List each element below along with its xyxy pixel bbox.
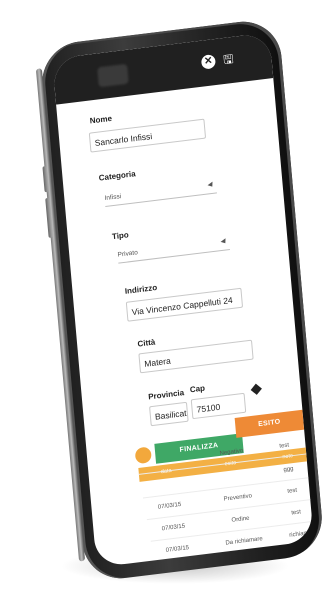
indirizzo-label: Indirizzo	[124, 283, 158, 296]
cell-outcome: Ordine	[231, 515, 250, 524]
tipo-value: Privato	[117, 249, 139, 259]
cell-date: 07/03/15	[165, 545, 190, 554]
cell-note: ggg	[283, 466, 294, 474]
navigate-icon[interactable]	[250, 383, 262, 395]
save-icon[interactable]: 🖫	[221, 52, 236, 68]
cell-note: test	[279, 442, 290, 450]
cell-outcome: Da richiamare	[225, 536, 264, 547]
phone-screen: ✕ 🖫 Nome Sancarlo Infissi Categoria Infi…	[52, 32, 314, 568]
camera-notch	[97, 63, 129, 88]
close-icon[interactable]: ✕	[200, 54, 217, 70]
chevron-down-icon	[220, 238, 228, 246]
provincia-field[interactable]: Basilicata	[149, 401, 189, 427]
categoria-label: Categoria	[98, 169, 136, 183]
cell-note: test	[291, 509, 302, 517]
side-button	[45, 197, 53, 239]
cell-outcome: Preventivo	[223, 493, 253, 503]
esito-button[interactable]: ESITO	[234, 409, 305, 438]
phone-frame: ✕ 🖫 Nome Sancarlo Infissi Categoria Infi…	[38, 17, 326, 583]
cell-date: 07/03/15	[161, 523, 186, 533]
stage: ✕ 🖫 Nome Sancarlo Infissi Categoria Infi…	[0, 0, 327, 599]
categoria-select[interactable]: Infissi	[103, 177, 217, 207]
cell-outcome: Negativo	[219, 448, 244, 457]
cell-note: test	[287, 487, 298, 495]
tipo-select[interactable]: Privato	[116, 234, 230, 264]
cell-date: 07/03/15	[157, 501, 182, 511]
cell-note: richiama	[289, 530, 313, 539]
nome-field[interactable]: Sancarlo Infissi	[88, 118, 207, 153]
cap-field[interactable]: 75100	[190, 392, 247, 420]
categoria-value: Infissi	[104, 193, 122, 203]
cap-label: Cap	[189, 383, 206, 395]
side-button	[42, 166, 49, 193]
provincia-label: Provincia	[147, 388, 185, 402]
citta-label: Città	[137, 337, 156, 349]
form-content: Nome Sancarlo Infissi Categoria Infissi …	[56, 78, 314, 567]
tipo-label: Tipo	[111, 230, 130, 242]
chevron-down-icon	[207, 181, 215, 189]
nome-label: Nome	[89, 113, 113, 126]
